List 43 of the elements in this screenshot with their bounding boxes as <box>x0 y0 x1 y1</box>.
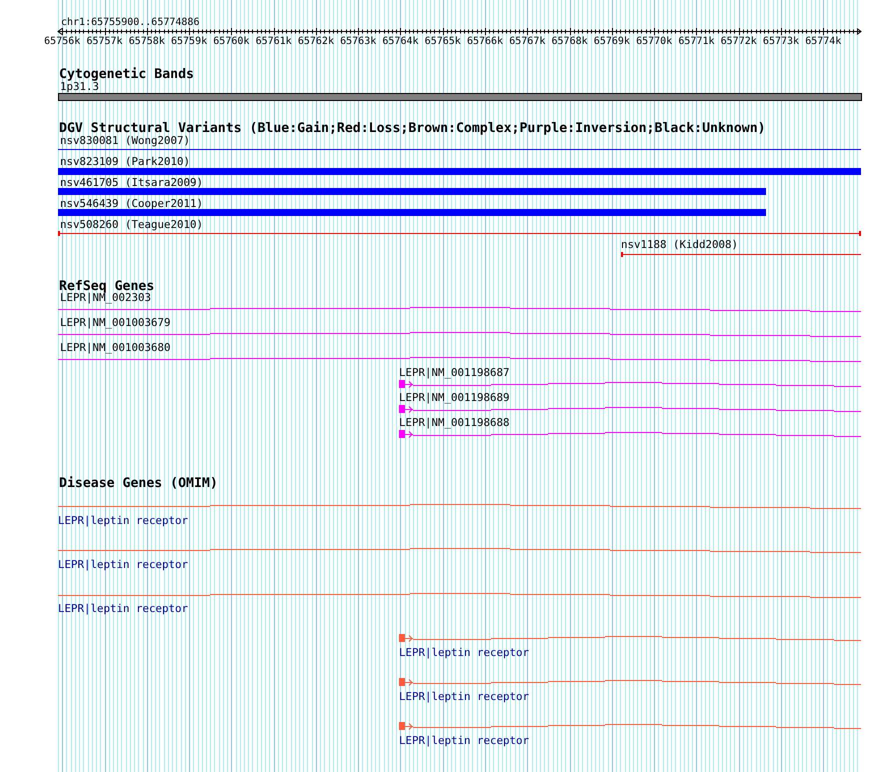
tick-label: 65767k <box>509 36 546 47</box>
gene-label: LEPR|leptin receptor <box>399 690 530 703</box>
gene-label: LEPR|NM_001003679 <box>60 316 171 329</box>
track-title: Cytogenetic Bands <box>59 67 194 82</box>
tick-label: 65761k <box>256 36 292 47</box>
tick-label: 65762k <box>298 36 334 47</box>
tick-label: 65771k <box>678 36 714 47</box>
tick-label: 65774k <box>805 36 842 47</box>
tick-label: 65760k <box>213 36 250 47</box>
tick-label: 65773k <box>762 36 800 47</box>
variant-label: nsv508260 (Teague2010) <box>60 218 204 231</box>
tick-label: 65772k <box>720 36 757 47</box>
tick-label: 65765k <box>424 36 461 47</box>
variant-label: nsv546439 (Cooper2011) <box>60 197 204 210</box>
gene-label: LEPR|leptin receptor <box>58 514 188 527</box>
tick-label: 65766k <box>466 36 504 47</box>
location-label: chr1:65755900..65774886 <box>61 17 200 28</box>
tick-label: 65758k <box>128 36 165 47</box>
gene-label: LEPR|NM_001198688 <box>399 416 510 429</box>
variant-label: nsv461705 (Itsara2009) <box>60 176 204 189</box>
tick-label: 65764k <box>382 36 419 47</box>
tick-label: 65769k <box>594 36 630 47</box>
gene-label: LEPR|leptin receptor <box>399 646 530 659</box>
gene-label: LEPR|NM_001198689 <box>399 391 510 404</box>
tick-label: 65757k <box>86 36 123 47</box>
variant-label: nsv1188 (Kidd2008) <box>621 238 738 251</box>
tick-label: 65759k <box>171 36 208 47</box>
track-title: DGV Structural Variants (Blue:Gain;Red:Loss;Brown:Complex;Purple:Inversion;Black:Unknown) <box>59 121 766 136</box>
tick-label: 65770k <box>636 36 672 47</box>
variant-label: nsv830081 (Wong2007) <box>60 134 190 147</box>
tick-label: 65768k <box>552 36 588 47</box>
gene-label: LEPR|leptin receptor <box>58 558 188 571</box>
track-title: Disease Genes (OMIM) <box>59 476 218 491</box>
gene-label: LEPR|NM_002303 <box>60 291 152 304</box>
tick-label: 65756k <box>44 36 80 47</box>
track-title: RefSeq Genes <box>59 279 154 294</box>
band-label: 1p31.3 <box>60 80 100 93</box>
tick-label: 65763k <box>340 36 376 47</box>
gene-label: LEPR|leptin receptor <box>399 734 530 747</box>
gene-label: LEPR|NM_001003680 <box>60 341 171 354</box>
gene-label: LEPR|NM_001198687 <box>399 366 510 379</box>
variant-label: nsv823109 (Park2010) <box>60 155 190 168</box>
gene-label: LEPR|leptin receptor <box>58 602 188 615</box>
